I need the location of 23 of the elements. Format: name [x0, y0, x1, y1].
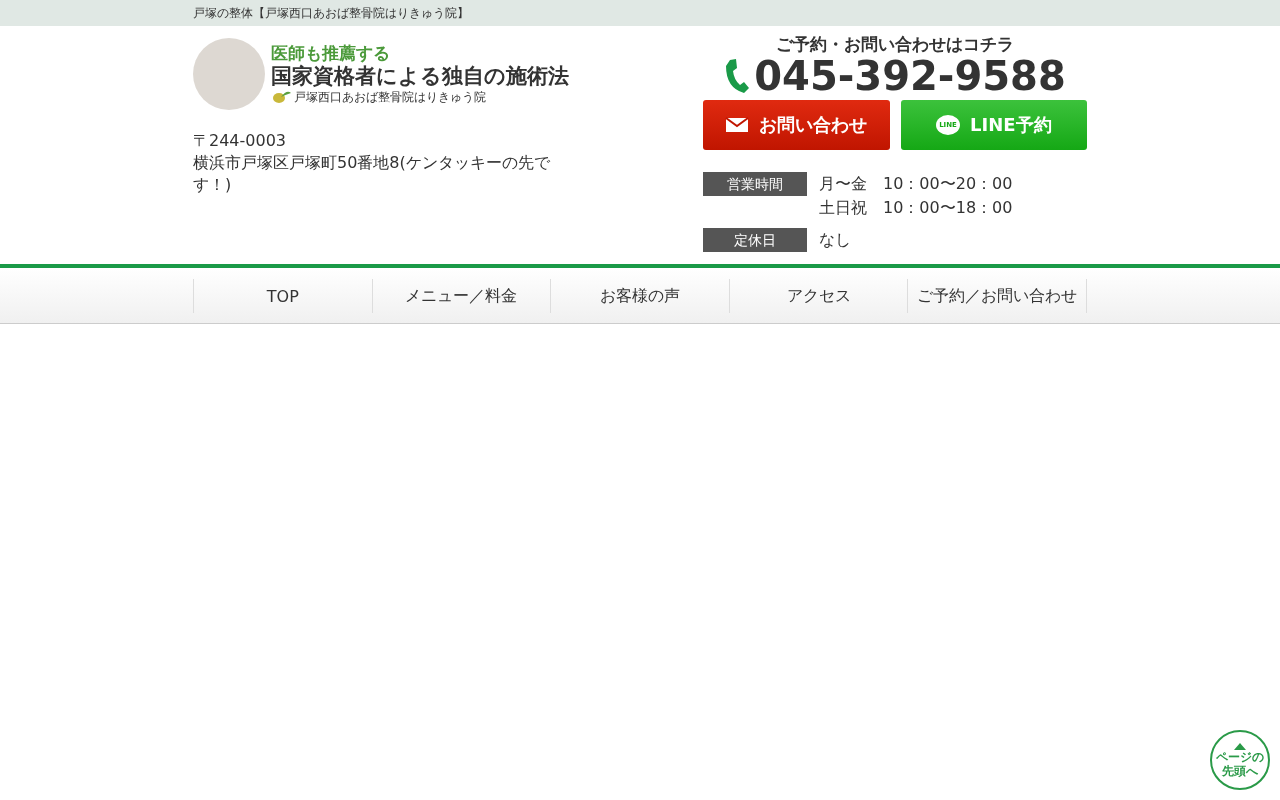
- site-title: 戸塚の整体【戸塚西口あおば整骨院はりきゅう院】: [193, 5, 469, 22]
- nav-link[interactable]: アクセス: [728, 279, 908, 313]
- nav-link[interactable]: ご予約／お問い合わせ: [907, 279, 1087, 313]
- nav-link[interactable]: お客様の声: [550, 279, 729, 313]
- phone-icon: [724, 58, 751, 94]
- hours-label: 定休日: [703, 228, 807, 252]
- page-top-button[interactable]: ページの先頭へ: [1210, 730, 1270, 790]
- hours-text: 月〜金 10：00〜20：00: [819, 173, 1013, 195]
- mail-icon: [725, 117, 750, 133]
- hours-label: 営業時間: [703, 172, 807, 196]
- nav-link[interactable]: TOP: [193, 279, 372, 313]
- nav-link[interactable]: メニュー／料金: [371, 279, 551, 313]
- hours-text: 土日祝 10：00〜18：00: [819, 197, 1013, 219]
- postal-code: 〒244-0003: [193, 130, 288, 152]
- hours-text: なし: [819, 229, 851, 251]
- phone-number: 045-392-9588: [754, 54, 1066, 98]
- logo-tagline: 医師も推薦する: [271, 42, 391, 63]
- contact-button[interactable]: お問い合わせ: [703, 100, 890, 150]
- clinic-name: 戸塚西口あおば整骨院はりきゅう院: [294, 88, 486, 106]
- triangle-up-icon: [1234, 742, 1246, 750]
- contact-caption: ご予約・お問い合わせはコチラ: [776, 34, 1014, 54]
- street-address: 横浜市戸塚区戸塚町50番地8(ケンタッキーの先です！): [193, 152, 551, 196]
- logo-headline: 国家資格者による独自の施術法: [271, 63, 569, 89]
